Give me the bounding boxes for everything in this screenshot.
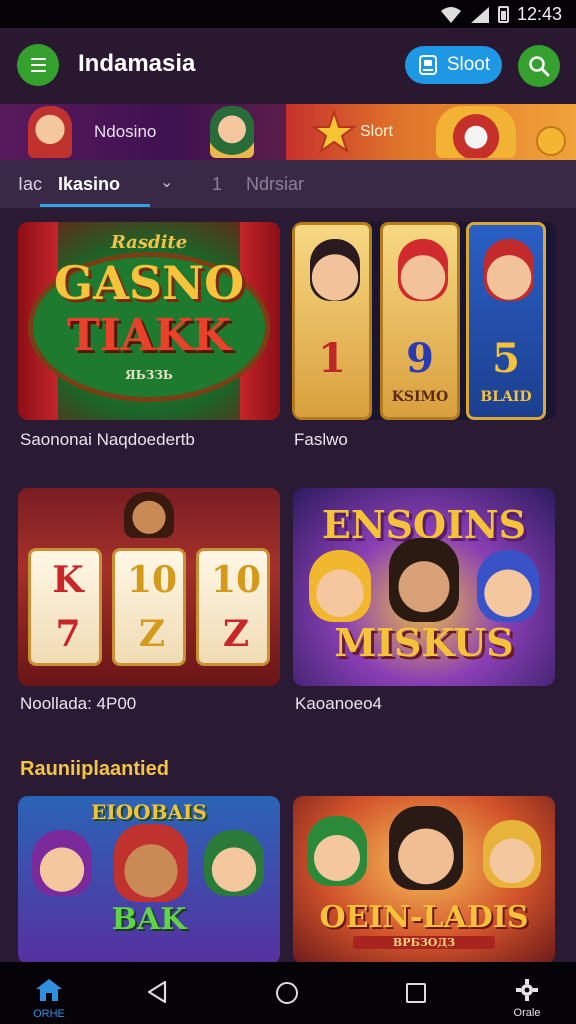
slot-machine-icon [418,55,437,75]
game-label[interactable]: Kaoanoeo4 [295,694,382,714]
mascot-image [210,106,254,158]
featured-card[interactable]: OEIN-LADIS ВРБЗОДЗ [293,796,555,964]
status-time: 12:43 [516,4,562,24]
category-tabs: Iac Ikasino ⌄ 1 Ndrsiar [0,160,576,208]
tab-ikasino[interactable]: Ikasino [58,174,120,195]
recents-icon[interactable] [406,983,426,1003]
character-image [398,239,448,301]
menu-line [30,64,46,66]
star-icon [312,110,356,154]
character-image [389,538,459,622]
gear-icon [516,979,538,1001]
wifi-icon [440,6,461,23]
character-image [114,824,188,902]
game-art-small: ЯЬЗЗЬ [125,368,173,382]
game-art-title: BAK [111,902,187,937]
signal-icon [470,6,489,23]
slot-machine-image [436,106,516,158]
slot-reel: 10 Z [196,548,270,666]
bottom-nav-bar: ORHE Orale [0,962,576,1024]
game-art-top: Rasdite [110,232,188,253]
slot-reel: 10 Z [112,548,186,666]
status-bar: 12:43 [0,0,576,28]
tab-iac[interactable]: Iac [18,174,42,195]
home-icon [36,979,62,1001]
reel-symbol: Z [222,613,250,655]
promo-right-text: Slort [360,123,393,140]
game-art-title: OEIN-LADIS [319,900,529,935]
home-circle-icon[interactable] [276,982,298,1004]
menu-line [30,70,46,72]
slot-column: 5 BLAID [466,222,546,420]
game-label[interactable]: Saononai Naqdoedertb [20,430,195,450]
character-image [477,550,539,622]
game-art-subtitle: TIAKK [67,310,231,361]
reel-symbol: 5 [492,335,520,382]
nav-game[interactable]: Orale [502,978,552,1019]
game-art-subtitle: ВРБЗОДЗ [353,936,495,949]
search-button[interactable] [518,45,560,87]
character-image [32,830,92,896]
reel-symbol: Z [138,613,166,655]
reel-label: KSIMO [391,389,449,405]
nav-home[interactable]: ORHE [24,978,74,1020]
reel-symbol: 1 [318,335,346,382]
reel-symbol: 10 [126,559,178,601]
character-image [310,239,360,301]
nav-home-label: ORHE [33,1008,65,1020]
sloot-button[interactable]: Sloot [405,46,502,84]
promo-right[interactable]: Slort [286,104,576,160]
promo-left-text: Ndosino [94,122,157,141]
character-image [389,806,463,890]
mascot-image [28,106,72,158]
game-card[interactable]: ENSOINS MISKUS [293,488,555,686]
reel-symbol: K [52,559,84,601]
character-image [483,820,541,888]
game-art-subtitle: MISKUS [334,620,514,665]
character-image [307,816,367,886]
app-header: Indamasia Sloot [0,28,576,104]
promo-banner[interactable]: Ndosino Slort [0,104,576,160]
menu-line [30,58,46,60]
game-card[interactable]: 1 9 KSIMO 5 BLAID [292,222,556,420]
chevron-down-icon[interactable]: ⌄ [160,172,173,191]
search-icon [529,56,550,77]
promo-left[interactable]: Ndosino [0,104,286,160]
game-card[interactable]: Rasdite GASNO TIAKK ЯЬЗЗЬ [18,222,280,420]
nav-game-label: Orale [513,1007,541,1019]
game-art-title: GASNO [53,256,245,310]
game-label[interactable]: Faslwo [294,430,348,450]
tab-active-indicator [40,204,150,207]
game-card[interactable]: K 7 10 Z 10 Z [18,488,280,686]
game-label[interactable]: Noollada: 4P00 [20,694,136,714]
character-image [309,550,371,622]
reel-symbol: 10 [210,559,262,601]
tab-ndrsiar[interactable]: Ndrsiar [246,174,304,195]
slot-column: 1 [292,222,372,420]
reel-symbol: 7 [55,613,81,655]
menu-button[interactable] [17,44,59,86]
sloot-label: Sloot [446,54,491,75]
section-title: Rauniiplaantied [20,758,169,780]
character-image [204,830,264,896]
tab-1[interactable]: 1 [212,174,222,195]
coin-image [536,126,566,156]
reel-label: BLAID [480,389,532,405]
slot-reel: K 7 [28,548,102,666]
character-image [484,239,534,301]
app-title: Indamasia [78,50,196,77]
reel-symbol: 9 [406,335,434,382]
featured-card[interactable]: EIOOBAIS BAK [18,796,280,964]
game-art-top: EIOOBAIS [91,800,207,824]
slot-column: 9 KSIMO [380,222,460,420]
dealer-image [124,492,174,538]
back-icon[interactable] [146,980,168,1004]
battery-icon [497,6,509,23]
